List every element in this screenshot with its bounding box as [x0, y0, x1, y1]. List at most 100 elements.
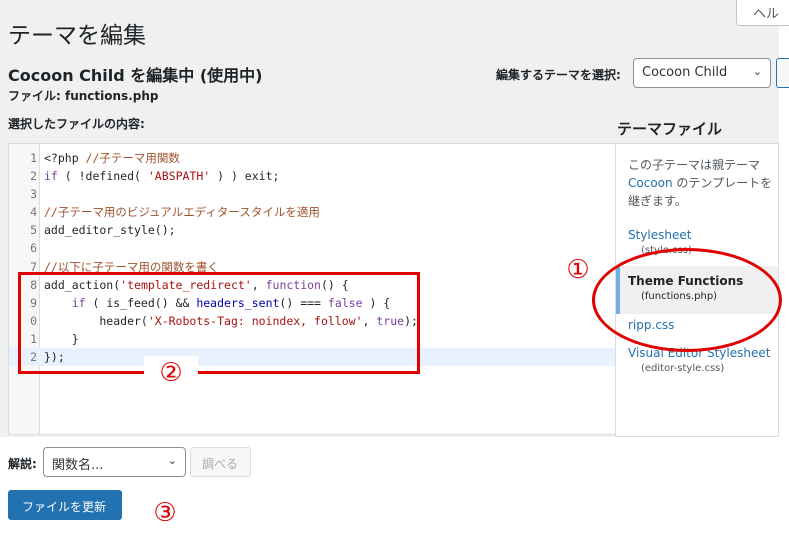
desc-text: この子テーマは親テーマ — [628, 158, 761, 172]
editing-title: Cocoon Child を編集中 (使用中) — [8, 66, 263, 85]
line-number: 1 — [30, 331, 37, 346]
theme-files-title: テーマファイル — [617, 120, 723, 138]
code-text: //子テーマ用のビジュアルエディタースタイルを適用 — [44, 203, 320, 221]
code-text: }); — [44, 348, 65, 366]
code-line[interactable]: 5 add_editor_style(); — [9, 221, 615, 239]
code-line[interactable]: 0 header('X-Robots-Tag: noindex, follow'… — [9, 312, 615, 330]
file-item-visual-editor-stylesheet[interactable]: Visual Editor Stylesheet (editor-style.c… — [616, 346, 778, 374]
function-select-value: 関数名... — [52, 458, 104, 473]
line-number: 0 — [30, 313, 37, 328]
file-item-theme-functions[interactable]: Theme Functions (functions.php) — [616, 266, 778, 314]
page-title: テーマを編集 — [8, 23, 146, 49]
code-token: if — [44, 295, 86, 310]
code-token: , — [362, 313, 377, 328]
theme-select-value: Cocoon Child — [642, 65, 728, 80]
function-select[interactable]: 関数名... ⌄ — [43, 447, 186, 477]
line-number: 6 — [30, 241, 37, 256]
code-token: //以下に子テーマ用の関数を書く — [44, 259, 219, 274]
callout-marker-2: ② — [144, 356, 198, 400]
theme-files-panel: この子テーマは親テーマ Cocoon のテンプレートを継ぎます。 Stylesh… — [615, 143, 779, 437]
code-token: //子テーマ用関数 — [85, 151, 180, 165]
code-text: if ( is_feed() && headers_sent() === fal… — [44, 294, 391, 312]
code-line[interactable]: 4 //子テーマ用のビジュアルエディタースタイルを適用 — [9, 203, 615, 221]
code-token: 'template_redirect' — [120, 277, 252, 292]
code-token: header( — [44, 313, 148, 328]
child-theme-description: この子テーマは親テーマ Cocoon のテンプレートを継ぎます。 — [628, 156, 778, 210]
update-file-button[interactable]: ファイルを更新 — [8, 490, 122, 520]
line-number: 9 — [30, 295, 37, 310]
parent-theme-link[interactable]: Cocoon — [628, 176, 673, 190]
file-item-stylesheet[interactable]: Stylesheet (style.css) — [616, 228, 778, 256]
code-line[interactable]: 8 add_action('template_redirect', functio… — [9, 276, 615, 294]
theme-select[interactable]: Cocoon Child ⌄ — [633, 58, 771, 88]
code-line[interactable]: 9 if ( is_feed() && headers_sent() === f… — [9, 294, 615, 312]
code-lines[interactable]: 1 <?php //子テーマ用関数 2 if ( !defined( 'ABSPATH… — [9, 149, 615, 367]
code-token: ) ) exit; — [210, 169, 280, 184]
line-number: 5 — [30, 223, 37, 238]
code-line[interactable]: 2 if ( !defined( 'ABSPATH' ) ) exit; — [9, 167, 615, 185]
file-item-label: Visual Editor Stylesheet — [628, 346, 771, 360]
callout-marker-1: ① — [566, 255, 590, 285]
code-line[interactable]: 1 <?php //子テーマ用関数 — [9, 149, 615, 167]
file-item-filename: (editor-style.css) — [641, 363, 725, 374]
select-theme-button[interactable] — [776, 58, 789, 88]
line-number: 2 — [30, 169, 37, 184]
code-line[interactable]: 3 — [9, 185, 615, 203]
code-token: headers_sent — [196, 295, 280, 310]
file-label: ファイル: — [8, 89, 61, 103]
chevron-down-icon: ⌄ — [752, 65, 762, 78]
code-token: }); — [44, 350, 65, 365]
line-number: 3 — [30, 187, 37, 202]
code-text: add_editor_style(); — [44, 221, 176, 239]
code-editor[interactable]: 1 <?php //子テーマ用関数 2 if ( !defined( 'ABSPATH… — [8, 143, 616, 435]
code-line[interactable]: 1 } — [9, 330, 615, 348]
file-item-label: Theme Functions — [628, 274, 744, 288]
code-token: <?php — [44, 151, 86, 165]
code-text: header('X-Robots-Tag: noindex, follow', … — [44, 312, 418, 330]
help-tab[interactable]: ヘル — [736, 0, 789, 26]
line-number: 1 — [30, 151, 37, 165]
line-number: 8 — [30, 277, 37, 292]
line-number: 2 — [30, 350, 37, 365]
file-item-filename: (functions.php) — [641, 291, 718, 302]
code-text: //以下に子テーマ用の関数を書く — [44, 258, 219, 276]
code-token: false — [327, 295, 363, 310]
code-token: add_editor_style(); — [44, 223, 176, 238]
code-token: , — [251, 277, 266, 292]
line-number: 7 — [30, 259, 37, 274]
select-theme-label: 編集するテーマを選択: — [496, 68, 621, 82]
code-token: ); — [404, 313, 418, 328]
lookup-button[interactable]: 調べる — [190, 447, 251, 477]
code-token: if — [44, 169, 58, 184]
code-text: add_action('template_redirect', function… — [44, 276, 349, 294]
code-token: //子テーマ用のビジュアルエディタースタイルを適用 — [44, 205, 320, 220]
content-label: 選択したファイルの内容: — [8, 117, 145, 131]
code-token: () === — [279, 295, 328, 310]
code-text: <?php //子テーマ用関数 — [44, 149, 180, 167]
code-text: } — [44, 330, 79, 348]
chevron-down-icon: ⌄ — [167, 454, 177, 467]
code-token: add_action( — [44, 277, 121, 292]
code-token: 'ABSPATH' — [147, 169, 211, 184]
line-number: 4 — [30, 205, 37, 220]
code-token: function — [265, 277, 321, 292]
file-item-partial[interactable]: ripp.css — [616, 318, 778, 332]
code-token: 'X-Robots-Tag: noindex, follow' — [147, 313, 363, 328]
code-token: true — [376, 313, 405, 328]
documentation-label: 解説: — [8, 457, 37, 471]
code-token: () { — [320, 277, 349, 292]
code-line[interactable]: 2}); — [9, 348, 615, 367]
code-text: if ( !defined( 'ABSPATH' ) ) exit; — [44, 167, 279, 185]
code-token: ( !defined( — [57, 169, 148, 184]
code-token: } — [44, 331, 79, 346]
code-token: ( is_feed() && — [85, 295, 197, 310]
current-file-line: ファイル: functions.php — [8, 87, 158, 104]
code-line[interactable]: 6 — [9, 239, 615, 257]
file-item-label: ripp.css — [628, 318, 675, 332]
file-item-filename: (style.css) — [641, 245, 692, 256]
code-line[interactable]: 7 //以下に子テーマ用の関数を書く — [9, 258, 615, 276]
callout-marker-3: ③ — [140, 496, 190, 540]
file-item-label: Stylesheet — [628, 228, 692, 242]
code-token: ) { — [362, 295, 391, 310]
file-name: functions.php — [65, 89, 159, 103]
